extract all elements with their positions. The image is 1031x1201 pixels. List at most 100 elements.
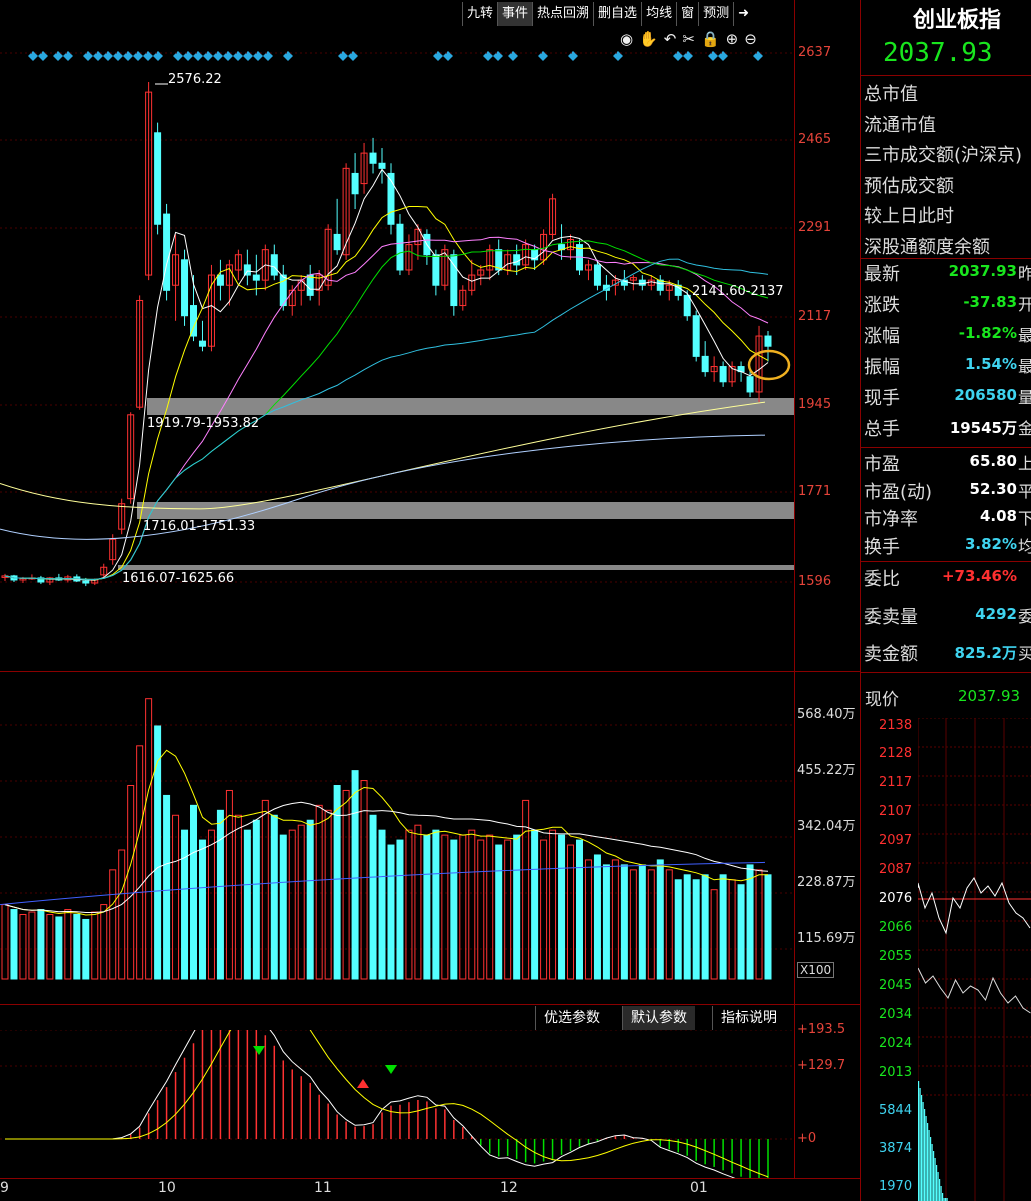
collapse-arrow-icon[interactable]: ➜	[733, 2, 753, 26]
intraday-volume-bar	[937, 1172, 939, 1201]
volume-bar	[387, 844, 395, 980]
quote-label: 涨幅	[864, 326, 900, 347]
volume-tick-label: 228.87万	[797, 875, 856, 890]
price-tick-label: 2117	[798, 309, 832, 324]
mini-tick-label: 5844	[879, 1103, 913, 1118]
volume-bar	[567, 844, 575, 980]
toolbar-item-3[interactable]: 删自选	[593, 2, 641, 26]
volume-bar	[755, 869, 763, 980]
price-tick-label: 2291	[798, 220, 832, 235]
volume-bar	[181, 829, 189, 980]
ma-value-label: 2141.60-2137	[692, 284, 784, 299]
mini-tick-label: 2138	[879, 718, 913, 733]
toolbar-item-0[interactable]: 九转	[462, 2, 497, 26]
volume-bar	[73, 914, 81, 980]
candle-body	[198, 340, 206, 347]
volume-bar	[764, 874, 772, 980]
volume-tick-label: 115.69万	[797, 931, 856, 946]
volume-bar	[737, 884, 745, 980]
toolbar-item-6[interactable]: 预测	[698, 2, 733, 26]
volume-bar	[324, 809, 332, 980]
quote-suffix: 昨	[1018, 264, 1031, 283]
volume-bar	[216, 809, 224, 980]
candle-body	[692, 315, 700, 357]
quote-label: 总手	[864, 419, 900, 440]
volume-bar	[207, 829, 215, 980]
volume-bar	[602, 864, 610, 980]
intraday-price-line	[918, 877, 1031, 935]
quote-suffix: 最	[1018, 326, 1031, 345]
index-name: 创业板指	[913, 8, 1002, 33]
volume-bar	[468, 829, 476, 980]
volume-bar	[459, 834, 467, 980]
toolbar-item-1[interactable]: 事件	[497, 2, 533, 26]
volume-bar	[127, 785, 135, 980]
candle-body	[252, 274, 260, 281]
price-tick-label: 1596	[798, 574, 832, 589]
quote-label: 换手	[864, 536, 900, 558]
volume-bar	[629, 869, 637, 980]
volume-bar	[351, 770, 359, 980]
stock-chart-window: { "toolbar":{"items":["九转","事件","热点回溯","…	[0, 0, 1031, 1201]
toolbar-item-5[interactable]: 窗	[676, 2, 698, 26]
volume-bar	[477, 839, 485, 980]
volume-bar	[531, 829, 539, 980]
toolbar-item-2[interactable]: 热点回溯	[532, 2, 593, 26]
indicator-button-1[interactable]: 默认参数	[622, 1006, 695, 1030]
quote-label: 振幅	[864, 357, 900, 378]
intraday-volume-bar	[918, 1081, 920, 1201]
date-tick-label: 9	[0, 1180, 9, 1196]
volume-bar	[91, 911, 99, 980]
intraday-volume-bar	[930, 1137, 932, 1201]
volume-bar	[746, 864, 754, 980]
macd-dif-line	[5, 1030, 736, 1178]
quote-value: -37.83	[963, 293, 1017, 311]
candle-body	[333, 233, 341, 251]
quote-suffix: 下	[1018, 509, 1031, 528]
macd-chart[interactable]	[0, 1030, 795, 1178]
mini-tick-label: 2097	[879, 833, 913, 848]
price-tick-label: 1945	[798, 397, 832, 412]
volume-bar	[163, 794, 171, 980]
volume-bar	[540, 839, 548, 980]
kline-chart[interactable]	[0, 28, 795, 668]
volume-bar	[396, 839, 404, 980]
volume-bar	[638, 864, 646, 980]
intraday-volume-bar	[931, 1144, 933, 1201]
candle-body	[396, 223, 404, 271]
volume-bar	[288, 829, 296, 980]
toolbar-item-4[interactable]: 均线	[641, 2, 676, 26]
volume-tick-label: 342.04万	[797, 819, 856, 834]
quote-suffix: 平	[1018, 481, 1031, 501]
volume-bar	[486, 834, 494, 980]
volume-bar	[575, 839, 583, 980]
divider	[861, 447, 1031, 448]
volume-chart[interactable]	[0, 672, 795, 982]
quote-label: 卖金额	[864, 644, 918, 665]
date-tick-label: 10	[158, 1180, 176, 1196]
candle-body	[683, 294, 691, 317]
price-tick-label: 1771	[798, 484, 832, 499]
mini-tick-label: 2034	[879, 1007, 913, 1022]
intraday-volume-bar	[936, 1165, 938, 1201]
sell-signal-arrow	[253, 1046, 265, 1055]
volume-bar	[513, 834, 521, 980]
quote-value: 3.82%	[964, 534, 1017, 553]
candle-body	[181, 259, 189, 317]
quote-value: -1.82%	[958, 324, 1017, 342]
indicator-button-0[interactable]: 优选参数	[535, 1006, 608, 1030]
intraday-mini-chart[interactable]	[918, 718, 1031, 1201]
intraday-volume-bar	[940, 1186, 942, 1201]
indicator-button-2[interactable]: 指标说明	[712, 1006, 785, 1030]
quote-label: 现手	[864, 388, 900, 409]
support-band-2-label: 1716.01-1751.33	[143, 519, 256, 534]
volume-bar	[701, 874, 709, 980]
candle-body	[432, 254, 440, 286]
mini-tick-label: 2076	[879, 891, 913, 906]
volume-bar	[234, 814, 242, 980]
info-label: 较上日此时	[864, 206, 954, 227]
info-label: 深股通额度余额	[864, 236, 990, 258]
quote-suffix: 委	[1018, 606, 1031, 626]
intraday-avg-line	[918, 967, 1031, 1014]
mini-tick-label: 1970	[879, 1179, 913, 1194]
